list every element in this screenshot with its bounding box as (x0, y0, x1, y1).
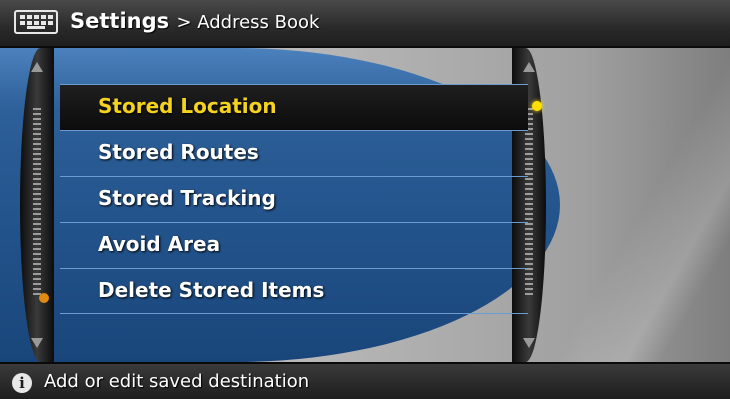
status-bar: i Add or edit saved destination (0, 362, 730, 399)
breadcrumb: > Address Book (176, 12, 320, 33)
menu-item-stored-tracking[interactable]: Stored Tracking (60, 176, 528, 222)
left-scroll-rail[interactable] (20, 48, 54, 362)
menu-list: Stored Location Stored Routes Stored Tra… (60, 84, 528, 314)
help-text: Add or edit saved destination (44, 371, 310, 392)
info-icon: i (12, 373, 32, 393)
menu-item-label: Avoid Area (98, 232, 221, 256)
menu-panel: Stored Location Stored Routes Stored Tra… (0, 48, 730, 362)
scroll-ticks (33, 108, 41, 298)
glass-reflection (560, 48, 730, 362)
scroll-down-arrow-icon[interactable] (31, 338, 43, 348)
keyboard-icon (14, 10, 58, 34)
selection-indicator-dot (532, 101, 542, 111)
scroll-up-arrow-icon[interactable] (523, 62, 535, 72)
menu-item-label: Delete Stored Items (98, 278, 325, 302)
menu-item-stored-routes[interactable]: Stored Routes (60, 130, 528, 176)
menu-item-avoid-area[interactable]: Avoid Area (60, 222, 528, 268)
title-settings[interactable]: Settings (70, 9, 169, 33)
scroll-position-dot (39, 293, 49, 303)
page-title: Settings > Address Book (70, 9, 319, 33)
scroll-down-arrow-icon[interactable] (523, 338, 535, 348)
menu-item-stored-location[interactable]: Stored Location (60, 84, 528, 130)
menu-item-label: Stored Location (98, 94, 277, 118)
header-bar: Settings > Address Book (0, 0, 730, 48)
scroll-up-arrow-icon[interactable] (31, 62, 43, 72)
menu-item-delete-stored-items[interactable]: Delete Stored Items (60, 268, 528, 314)
menu-item-label: Stored Routes (98, 140, 259, 164)
menu-item-label: Stored Tracking (98, 186, 276, 210)
